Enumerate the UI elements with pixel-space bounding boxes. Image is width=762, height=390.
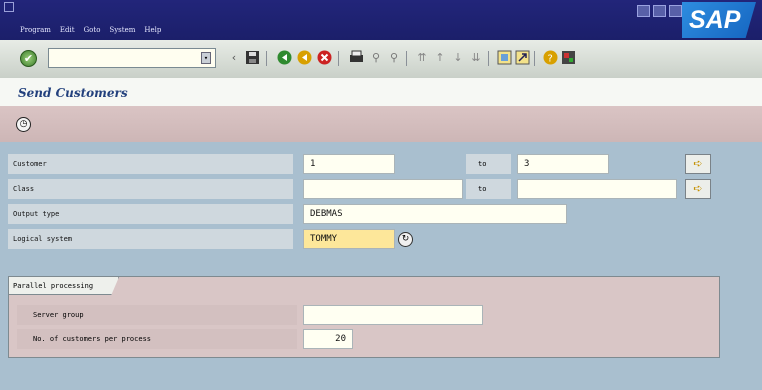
last-page-icon[interactable]: ⇊ xyxy=(468,50,484,66)
cancel-icon[interactable] xyxy=(316,50,332,66)
print-icon[interactable] xyxy=(348,50,364,66)
server-group-field[interactable] xyxy=(303,305,483,325)
group-title: Parallel processing xyxy=(9,277,119,295)
standard-toolbar: ✔ ▾ ‹ ⚲ ⚲ ⇈ ↑ ↓ ⇊ ? xyxy=(0,40,762,79)
prev-page-icon[interactable]: ↑ xyxy=(432,50,448,66)
customer-from-field[interactable]: 1 xyxy=(303,154,395,174)
logical-system-field[interactable]: TOMMY xyxy=(303,229,395,249)
selection-screen: Customer 1 to 3 ➪ Class to ➪ Output type… xyxy=(8,146,720,266)
title-area: Send Customers xyxy=(0,78,762,106)
save-icon[interactable] xyxy=(244,50,260,66)
arrow-right-icon[interactable]: ➪ xyxy=(685,179,711,199)
layout-icon[interactable] xyxy=(560,50,576,66)
exit-icon[interactable] xyxy=(296,50,312,66)
class-label: Class xyxy=(8,179,293,199)
shortcut-icon[interactable] xyxy=(514,50,530,66)
row-customer: Customer 1 to 3 ➪ xyxy=(8,154,720,174)
command-field[interactable]: ▾ xyxy=(48,48,216,68)
customer-to-field[interactable]: 3 xyxy=(517,154,609,174)
application-toolbar: ◷ xyxy=(0,106,762,142)
possible-entries-icon[interactable]: ↻ xyxy=(398,232,413,247)
back-icon[interactable] xyxy=(276,50,292,66)
menu-bar: Program Edit Goto System Help xyxy=(20,26,161,34)
customers-per-process-field[interactable]: 20 xyxy=(303,329,353,349)
maximize-icon[interactable] xyxy=(653,5,666,17)
row-logical-system: Logical system TOMMY ↻ xyxy=(8,229,720,249)
output-type-label: Output type xyxy=(8,204,293,224)
toolbar-separator xyxy=(488,51,489,66)
system-menu-icon[interactable] xyxy=(4,2,14,12)
output-type-field[interactable]: DEBMAS xyxy=(303,204,567,224)
find-next-icon[interactable]: ⚲ xyxy=(386,50,402,66)
svg-text:?: ? xyxy=(547,54,552,65)
minimize-icon[interactable] xyxy=(637,5,650,17)
window-controls xyxy=(637,5,682,17)
find-icon[interactable]: ⚲ xyxy=(368,50,384,66)
row-output-type: Output type DEBMAS xyxy=(8,204,720,224)
toolbar-separator xyxy=(534,51,535,66)
menu-program[interactable]: Program xyxy=(20,26,51,34)
parallel-processing-group: Parallel processing Server group No. of … xyxy=(8,276,720,358)
arrow-right-icon[interactable]: ➪ xyxy=(685,154,711,174)
customers-per-process-label: No. of customers per process xyxy=(17,329,297,349)
title-bar: Program Edit Goto System Help SAP xyxy=(0,0,762,40)
menu-system[interactable]: System xyxy=(109,26,135,34)
customer-to-label: to xyxy=(466,154,511,174)
command-history-icon[interactable]: ▾ xyxy=(201,52,211,64)
check-icon[interactable]: ✔ xyxy=(20,50,37,67)
menu-edit[interactable]: Edit xyxy=(60,26,75,34)
menu-help[interactable]: Help xyxy=(144,26,161,34)
customer-label: Customer xyxy=(8,154,293,174)
server-group-label: Server group xyxy=(17,305,297,325)
toolbar-separator xyxy=(338,51,339,66)
class-to-label: to xyxy=(466,179,511,199)
page-title: Send Customers xyxy=(18,86,128,100)
expand-toolbar-icon[interactable]: ‹ xyxy=(226,50,242,66)
row-class: Class to ➪ xyxy=(8,179,720,199)
execute-clock-icon[interactable]: ◷ xyxy=(16,117,31,132)
logical-system-label: Logical system xyxy=(8,229,293,249)
help-icon[interactable]: ? xyxy=(542,50,558,66)
class-from-field[interactable] xyxy=(303,179,463,199)
new-session-icon[interactable] xyxy=(496,50,512,66)
sap-logo: SAP xyxy=(682,2,756,38)
menu-goto[interactable]: Goto xyxy=(84,26,101,34)
toolbar-separator xyxy=(266,51,267,66)
next-page-icon[interactable]: ↓ xyxy=(450,50,466,66)
close-icon[interactable] xyxy=(669,5,682,17)
toolbar-separator xyxy=(406,51,407,66)
class-to-field[interactable] xyxy=(517,179,677,199)
first-page-icon[interactable]: ⇈ xyxy=(414,50,430,66)
